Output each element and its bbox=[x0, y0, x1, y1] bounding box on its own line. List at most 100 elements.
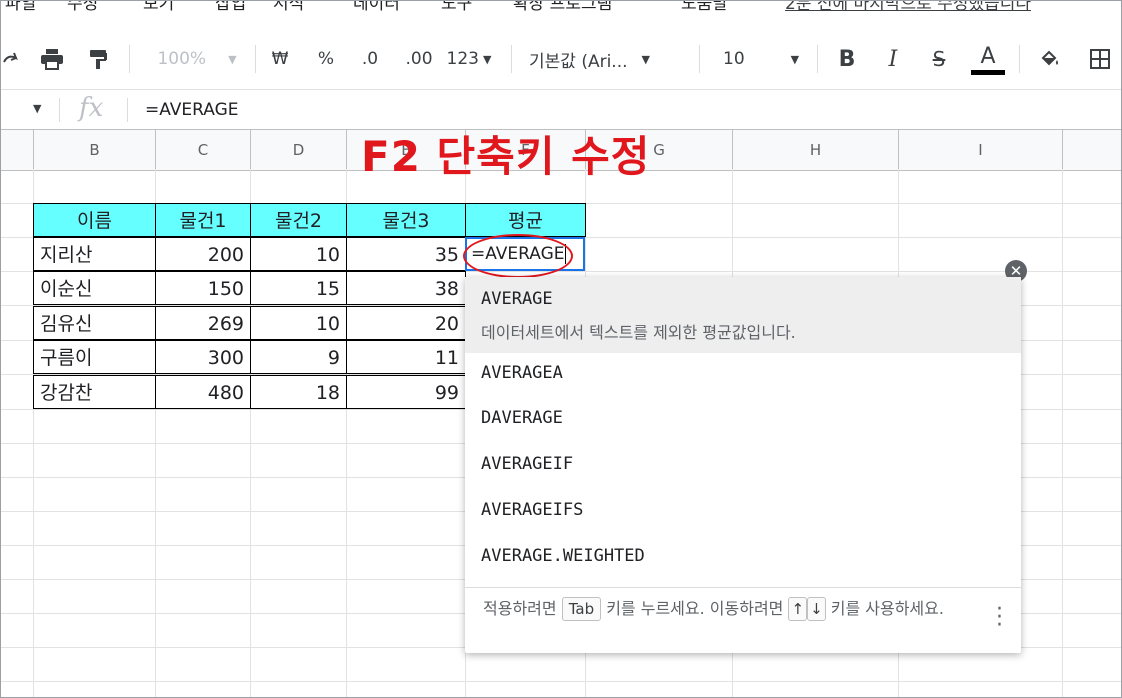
menu-help[interactable]: 도움말 bbox=[681, 1, 728, 14]
chevron-down-icon: ▼ bbox=[790, 52, 800, 66]
spreadsheet-window: 파일 수정 보기 삽입 서식 데이터 도구 확장 프로그램 도움말 2분 전에 … bbox=[0, 0, 1122, 698]
increase-decimal-label: .00 bbox=[405, 49, 433, 69]
autocomplete-hint: 적용하려면 Tab 키를 누르세요. 이동하려면 ↑ ↓ 키를 사용하세요. bbox=[483, 596, 963, 622]
zoom-value: 100% bbox=[157, 49, 207, 69]
text-color-button[interactable]: A bbox=[969, 37, 1007, 81]
table-cell-item1[interactable]: 150 bbox=[155, 271, 251, 305]
table-cell-item2[interactable]: 10 bbox=[250, 306, 347, 340]
table-cell-name[interactable]: 구름이 bbox=[33, 340, 156, 374]
autocomplete-item-selected[interactable]: AVERAGE 데이터세트에서 텍스트를 제외한 평균값입니다. bbox=[465, 277, 1021, 353]
toolbar-divider bbox=[817, 45, 818, 73]
menu-edit[interactable]: 수정 bbox=[67, 1, 98, 14]
table-cell-item1[interactable]: 300 bbox=[155, 340, 251, 374]
table-header-average[interactable]: 평균 bbox=[465, 203, 586, 237]
table-cell-item3[interactable]: 20 bbox=[346, 306, 466, 340]
more-options-icon[interactable]: · · · bbox=[996, 599, 1003, 637]
text-color-label: A bbox=[980, 43, 996, 69]
table-cell-item2[interactable]: 9 bbox=[250, 340, 347, 374]
more-formats-button[interactable]: 123 ▼ bbox=[443, 37, 495, 81]
tab-key-badge: Tab bbox=[561, 597, 602, 621]
table-cell-item1[interactable]: 200 bbox=[155, 237, 251, 271]
table-cell-item3[interactable]: 38 bbox=[346, 271, 466, 305]
autocomplete-item[interactable]: AVERAGEIF bbox=[465, 454, 1021, 474]
decrease-decimal-button[interactable]: .0 bbox=[353, 37, 387, 81]
column-header-b[interactable]: B bbox=[34, 130, 156, 170]
print-icon[interactable] bbox=[37, 37, 67, 81]
italic-button[interactable]: I bbox=[879, 37, 907, 81]
table-cell-item2[interactable]: 10 bbox=[250, 237, 347, 271]
chevron-down-icon: ▼ bbox=[641, 52, 650, 66]
paint-format-icon[interactable] bbox=[83, 37, 113, 81]
autocomplete-item[interactable]: AVERAGEA bbox=[465, 363, 1021, 383]
decrease-decimal-label: .0 bbox=[361, 49, 379, 69]
borders-icon[interactable] bbox=[1085, 37, 1115, 81]
grid-line bbox=[1, 681, 1121, 682]
redo-icon[interactable] bbox=[1, 37, 21, 81]
font-family-select[interactable]: 기본값 (Ari... ▼ bbox=[529, 37, 685, 81]
percent-format-button[interactable]: % bbox=[311, 37, 341, 81]
table-cell-item1[interactable]: 269 bbox=[155, 306, 251, 340]
autocomplete-item[interactable]: AVERAGE.WEIGHTED bbox=[465, 546, 1021, 566]
zoom-select[interactable]: 100% ▼ bbox=[149, 37, 245, 81]
table-header-item1[interactable]: 물건1 bbox=[155, 203, 251, 237]
menu-insert[interactable]: 삽입 bbox=[215, 1, 246, 14]
table-cell-name[interactable]: 지리산 bbox=[33, 237, 156, 271]
column-header-d[interactable]: D bbox=[251, 130, 347, 170]
table-cell-item3[interactable]: 11 bbox=[346, 340, 466, 374]
currency-format-button[interactable]: ₩ bbox=[265, 37, 295, 81]
table-cell-item3[interactable]: 99 bbox=[346, 375, 466, 409]
table-cell-item3[interactable]: 35 bbox=[346, 237, 466, 271]
annotation-title: F2 단축키 수정 bbox=[361, 132, 651, 181]
autocomplete-footer: 적용하려면 Tab 키를 누르세요. 이동하려면 ↑ ↓ 키를 사용하세요. · ·… bbox=[465, 587, 1021, 654]
autocomplete-item[interactable]: AVERAGEIFS bbox=[465, 500, 1021, 520]
formula-autocomplete-popup: AVERAGE 데이터세트에서 텍스트를 제외한 평균값입니다. AVERAGE… bbox=[465, 277, 1021, 653]
last-edit-notice[interactable]: 2분 전에 마지막으로 수정했습니다 bbox=[785, 1, 1031, 14]
menu-extensions[interactable]: 확장 프로그램 bbox=[513, 1, 612, 14]
text-color-swatch bbox=[971, 69, 1005, 75]
name-box-dropdown-icon[interactable]: ▼ bbox=[33, 102, 41, 115]
menu-file[interactable]: 파일 bbox=[5, 1, 36, 14]
toolbar-divider bbox=[129, 45, 130, 73]
strikethrough-button[interactable]: S bbox=[925, 37, 953, 81]
table-cell-item2[interactable]: 18 bbox=[250, 375, 347, 409]
table-header-name[interactable]: 이름 bbox=[33, 203, 156, 237]
hint-text: 키를 사용하세요. bbox=[830, 599, 944, 618]
toolbar-divider bbox=[255, 45, 256, 73]
autocomplete-item-name: AVERAGE bbox=[481, 289, 553, 309]
table-header-item3[interactable]: 물건3 bbox=[346, 203, 466, 237]
column-header-a[interactable] bbox=[1, 130, 34, 170]
increase-decimal-button[interactable]: .00 bbox=[399, 37, 439, 81]
menu-tools[interactable]: 도구 bbox=[441, 1, 472, 14]
font-size-select[interactable]: 10 ▼ bbox=[713, 37, 809, 81]
formula-input[interactable]: =AVERAGE bbox=[145, 100, 239, 120]
column-header-i[interactable]: I bbox=[899, 130, 1063, 170]
toolbar-divider bbox=[511, 45, 512, 73]
annotation-ellipse bbox=[463, 234, 573, 278]
arrow-up-key-badge: ↑ bbox=[788, 597, 808, 621]
column-header-c[interactable]: C bbox=[156, 130, 251, 170]
fill-color-icon[interactable] bbox=[1035, 37, 1065, 81]
table-cell-item2[interactable]: 15 bbox=[250, 271, 347, 305]
fx-icon: fx bbox=[79, 93, 104, 123]
table-header-item2[interactable]: 물건2 bbox=[250, 203, 347, 237]
table-cell-name[interactable]: 이순신 bbox=[33, 271, 156, 305]
column-header-h[interactable]: H bbox=[733, 130, 899, 170]
bold-button[interactable]: B bbox=[833, 37, 861, 81]
menu-format[interactable]: 서식 bbox=[273, 1, 304, 14]
table-cell-name[interactable]: 강감찬 bbox=[33, 375, 156, 409]
chevron-down-icon: ▼ bbox=[228, 52, 237, 66]
table-cell-name[interactable]: 김유신 bbox=[33, 306, 156, 340]
table-cell-item1[interactable]: 480 bbox=[155, 375, 251, 409]
formula-divider bbox=[59, 98, 60, 122]
menu-data[interactable]: 데이터 bbox=[353, 1, 400, 14]
grid-line bbox=[1062, 169, 1063, 697]
toolbar: 100% ▼ ₩ % .0 .00 123 ▼ 기본값 (Ari... ▼ 10… bbox=[1, 37, 1121, 81]
more-formats-label: 123 bbox=[446, 49, 479, 69]
font-size-value: 10 bbox=[723, 49, 745, 69]
autocomplete-item[interactable]: DAVERAGE bbox=[465, 408, 1021, 428]
menu-view[interactable]: 보기 bbox=[143, 1, 174, 14]
font-family-value: 기본값 (Ari... bbox=[529, 51, 628, 72]
chevron-down-icon: ▼ bbox=[482, 52, 492, 66]
column-header-j[interactable] bbox=[1063, 130, 1121, 170]
menu-bar: 파일 수정 보기 삽입 서식 데이터 도구 확장 프로그램 도움말 2분 전에 … bbox=[1, 1, 1121, 17]
